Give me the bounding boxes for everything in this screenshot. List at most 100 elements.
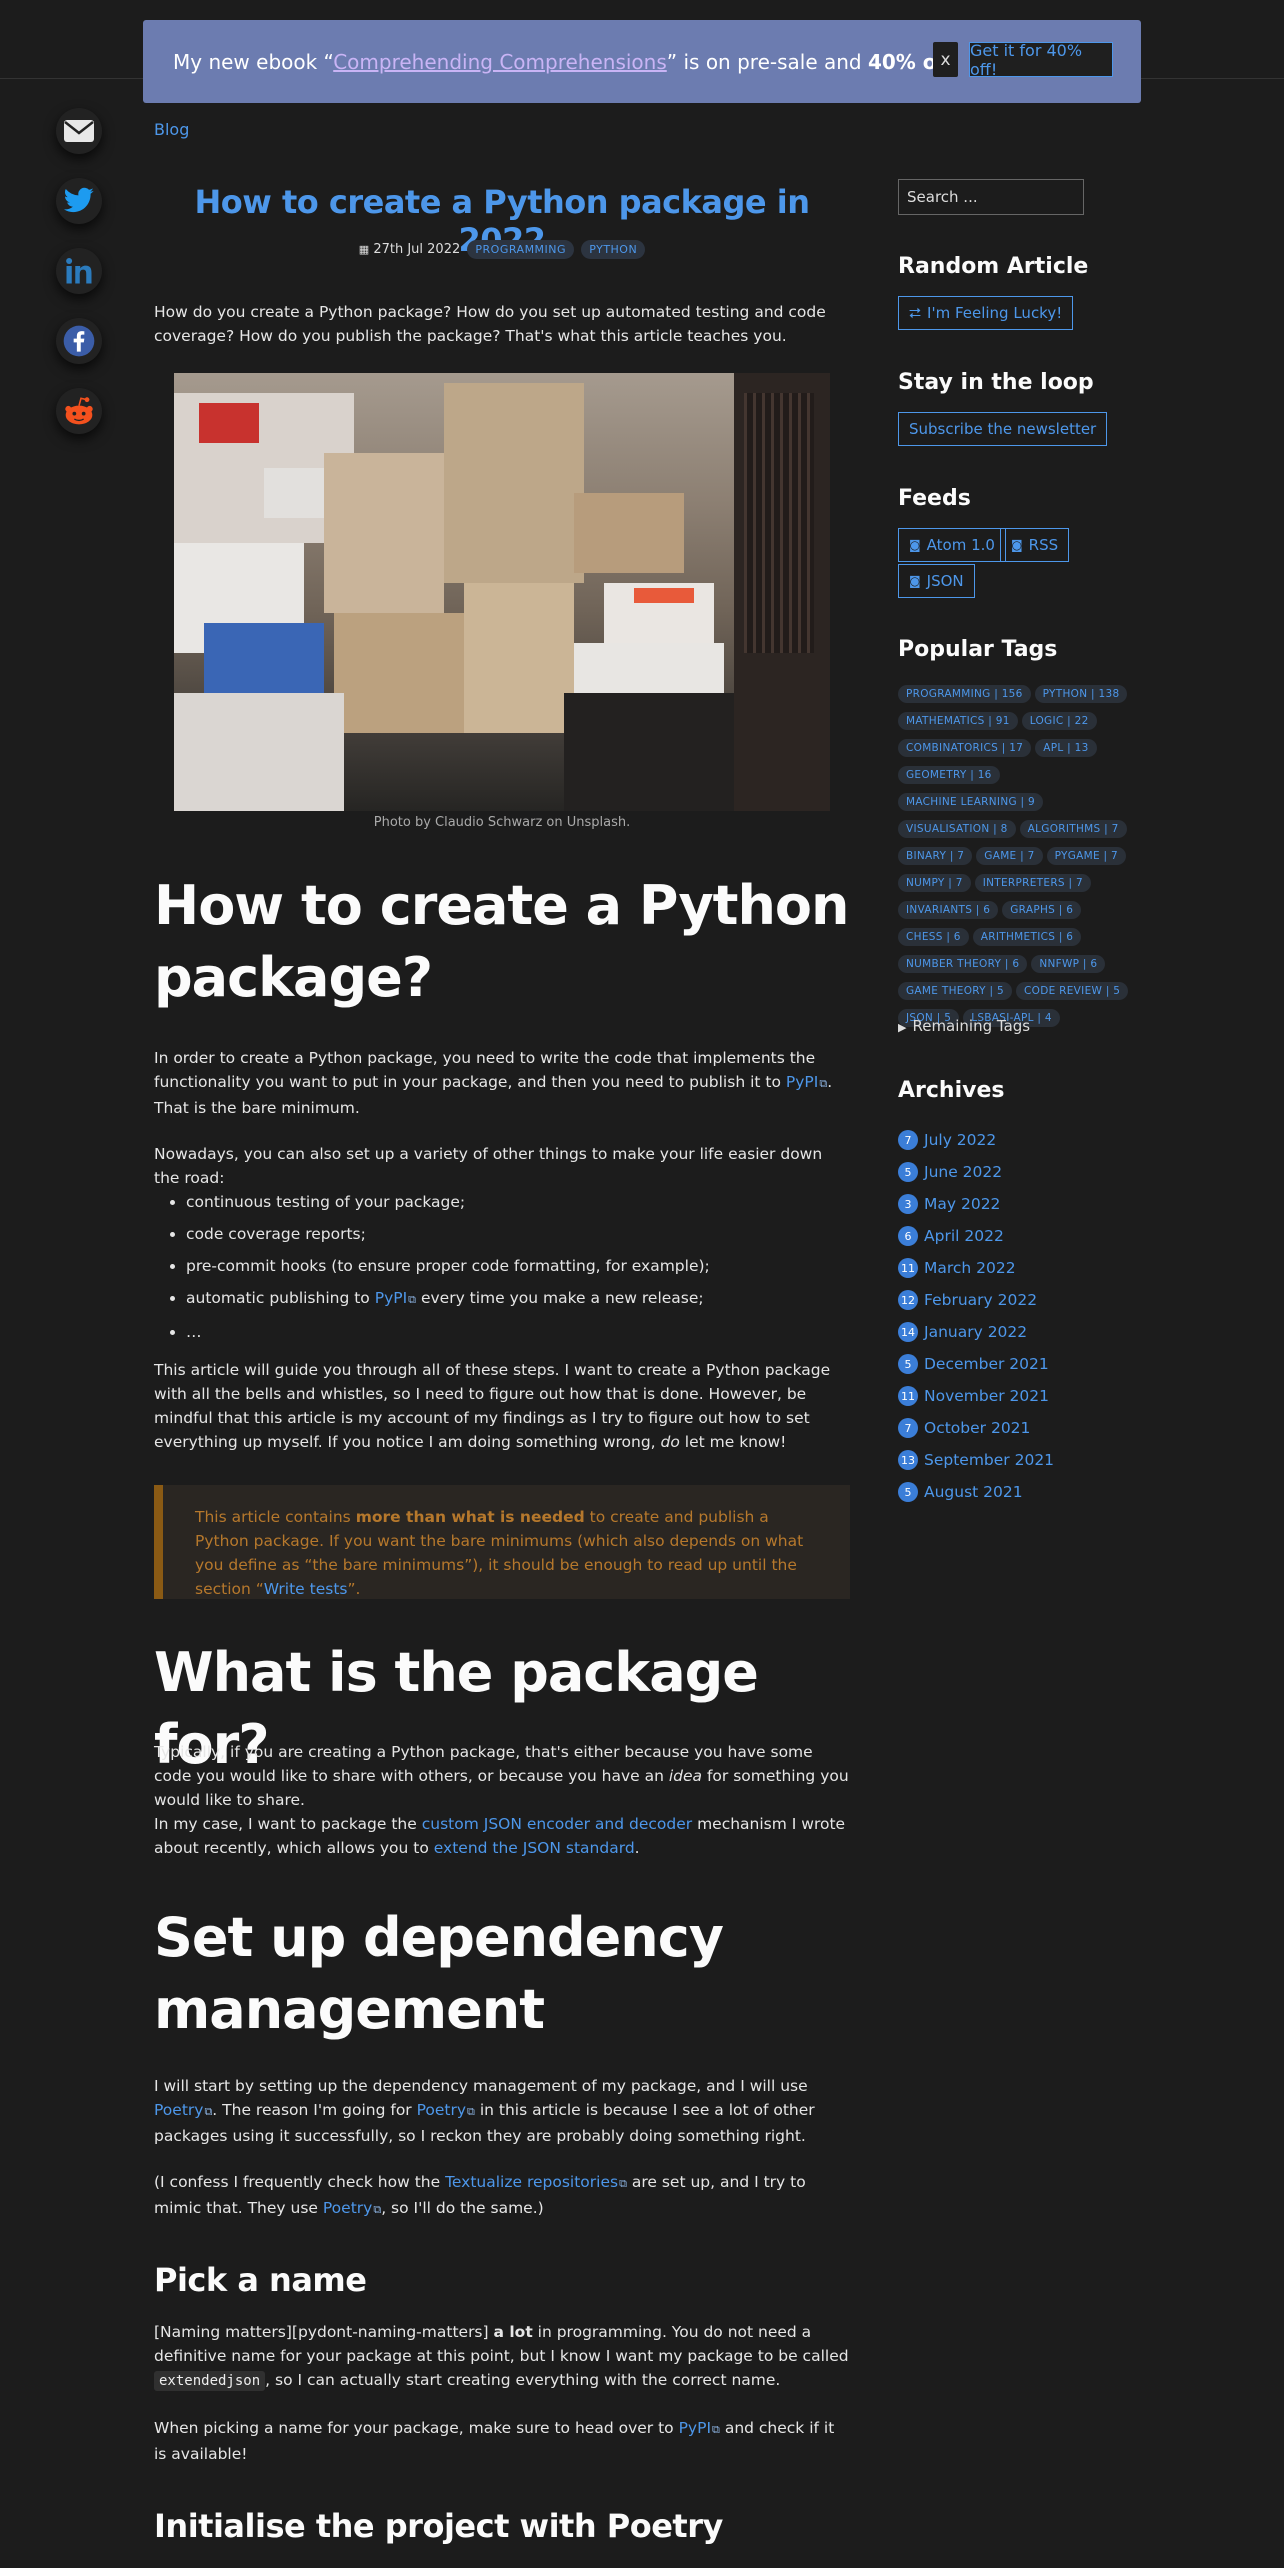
archive-label: December 2021 [924,1355,1049,1373]
paragraph-textualize: (I confess I frequently check how the Te… [154,2170,850,2222]
archive-item[interactable]: 14 January 2022 [898,1316,1158,1348]
archive-item[interactable]: 12 February 2022 [898,1284,1158,1316]
share-facebook-button[interactable] [56,318,102,364]
tag-pill[interactable]: GRAPHS | 6 [1002,901,1082,919]
note-text-before: This article contains [195,1508,356,1526]
tag-pill[interactable]: CODE REVIEW | 5 [1016,982,1129,1000]
search-input[interactable]: Search ... [898,179,1084,215]
remaining-tags-toggle[interactable]: ▶ Remaining Tags [898,1017,1030,1035]
archive-item[interactable]: 11 March 2022 [898,1252,1158,1284]
archive-item[interactable]: 7 July 2022 [898,1124,1158,1156]
paragraph-typically-emphasis: idea [668,1767,703,1785]
share-twitter-button[interactable] [56,178,102,224]
tag-pill[interactable]: INVARIANTS | 6 [898,901,999,919]
pypi-link[interactable]: PyPI [679,2419,720,2437]
subscribe-newsletter-button[interactable]: Subscribe the newsletter [898,412,1108,446]
tag-pill[interactable]: INTERPRETERS | 7 [974,874,1091,892]
tag-pill[interactable]: CHESS | 6 [898,928,969,946]
paragraph-naming-text-1: [Naming matters][pydont-naming-matters] [154,2323,494,2341]
feeds-heading: Feeds [898,486,971,511]
poetry-link[interactable]: Poetry [417,2101,475,2119]
archive-item[interactable]: 5 December 2021 [898,1348,1158,1380]
feed-json-label: JSON [926,572,964,590]
twitter-icon [63,187,94,213]
ebook-link[interactable]: Comprehending Comprehensions [333,50,667,74]
list-item: code coverage reports; [186,1218,882,1250]
tag-pill[interactable]: GAME | 7 [976,847,1043,865]
archive-item[interactable]: 5 August 2021 [898,1476,1158,1508]
archive-count-badge: 11 [898,1386,918,1406]
archive-count-badge: 14 [898,1322,918,1342]
feeling-lucky-button[interactable]: ⮂ I'm Feeling Lucky! [898,296,1074,330]
banner-close-button[interactable]: x [933,42,958,77]
share-linkedin-button[interactable] [56,248,102,294]
poetry-link[interactable]: Poetry [154,2101,212,2119]
archive-item[interactable]: 6 April 2022 [898,1220,1158,1252]
list-item: continuous testing of your package; [186,1186,882,1218]
tag-pill[interactable]: MATHEMATICS | 91 [898,712,1018,730]
paragraph-my-case-text-after: . [634,1839,640,1857]
tag-pill[interactable]: APL | 13 [1035,739,1097,757]
tag-pill[interactable]: PYTHON | 138 [1034,685,1128,703]
archive-item[interactable]: 7 October 2021 [898,1412,1158,1444]
feed-rss-button[interactable]: ◙ RSS [1000,528,1070,562]
pypi-link[interactable]: PyPI [786,1073,827,1091]
rss-icon: ◙ [909,574,921,588]
note-text-after: ”. [347,1580,361,1598]
tag-pill[interactable]: GAME THEORY | 5 [898,982,1012,1000]
tag-pill[interactable]: ARITHMETICS | 6 [972,928,1082,946]
tag-pill[interactable]: VISUALISATION | 8 [898,820,1016,838]
json-encoder-link[interactable]: custom JSON encoder and decoder [422,1815,692,1833]
feed-json-button[interactable]: ◙ JSON [898,564,975,598]
tag-pill[interactable]: BINARY | 7 [898,847,973,865]
tag-pill[interactable]: COMBINATORICS | 17 [898,739,1032,757]
breadcrumb-blog[interactable]: Blog [154,120,189,139]
archives-list: 7 July 2022 5 June 2022 3 May 2022 6 April 2… [898,1124,1158,1508]
extend-json-link[interactable]: extend the JSON standard [434,1839,635,1857]
random-article-heading: Random Article [898,254,1089,279]
share-reddit-button[interactable] [56,388,102,434]
archive-item[interactable]: 11 November 2021 [898,1380,1158,1412]
tag-pill[interactable]: MACHINE LEARNING | 9 [898,793,1044,811]
archive-item[interactable]: 13 September 2021 [898,1444,1158,1476]
feed-atom-label: Atom 1.0 [926,536,995,554]
paragraph-poetry-text-2: . The reason I'm going for [212,2101,417,2119]
tag-pill[interactable]: GEOMETRY | 16 [898,766,1000,784]
textualize-link[interactable]: Textualize repositories [445,2173,627,2191]
paragraph-guide-emphasis: do [660,1433,680,1451]
popular-tags-heading: Popular Tags [898,637,1058,662]
feeling-lucky-label: I'm Feeling Lucky! [927,304,1063,322]
archive-item[interactable]: 3 May 2022 [898,1188,1158,1220]
list-item: … [186,1316,882,1348]
post-tag-python[interactable]: PYTHON [581,240,646,259]
paragraph-guide-text-after: let me know! [679,1433,787,1451]
paragraph-my-case: In my case, I want to package the custom… [154,1812,850,1860]
post-tag-programming[interactable]: PROGRAMMING [467,240,575,259]
banner-cta-button[interactable]: Get it for 40% off! [969,41,1113,79]
list-item-text-before: automatic publishing to [186,1289,375,1307]
archive-label: April 2022 [924,1227,1004,1245]
popular-tags-list: PROGRAMMING | 156 PYTHON | 138 MATHEMATIC… [898,682,1158,1033]
archive-item[interactable]: 5 June 2022 [898,1156,1158,1188]
archive-label: May 2022 [924,1195,1001,1213]
list-item-text-after: every time you make a new release; [416,1289,704,1307]
share-email-button[interactable] [56,108,102,154]
banner-text-before: My new ebook “ [173,49,334,74]
list-item: automatic publishing to PyPI every time … [186,1282,882,1316]
tag-pill[interactable]: LOGIC | 22 [1021,712,1097,730]
tag-pill[interactable]: ALGORITHMS | 7 [1019,820,1127,838]
write-tests-link[interactable]: Write tests [264,1580,348,1598]
archive-label: March 2022 [924,1259,1016,1277]
banner-text-middle: ” is on pre-sale and [666,49,868,74]
tag-pill[interactable]: PROGRAMMING | 156 [898,685,1031,703]
tag-pill[interactable]: PYGAME | 7 [1046,847,1127,865]
tag-pill[interactable]: NNFWP | 6 [1031,955,1106,973]
tag-pill[interactable]: NUMPY | 7 [898,874,971,892]
pypi-link[interactable]: PyPI [375,1289,416,1307]
tag-pill[interactable]: NUMBER THEORY | 6 [898,955,1028,973]
reddit-icon [65,397,93,425]
poetry-link[interactable]: Poetry [323,2199,381,2217]
feed-atom-button[interactable]: ◙ Atom 1.0 [898,528,1006,562]
archive-count-badge: 13 [898,1450,918,1470]
photo-caption: Photo by Claudio Schwarz on Unsplash. [373,815,631,830]
